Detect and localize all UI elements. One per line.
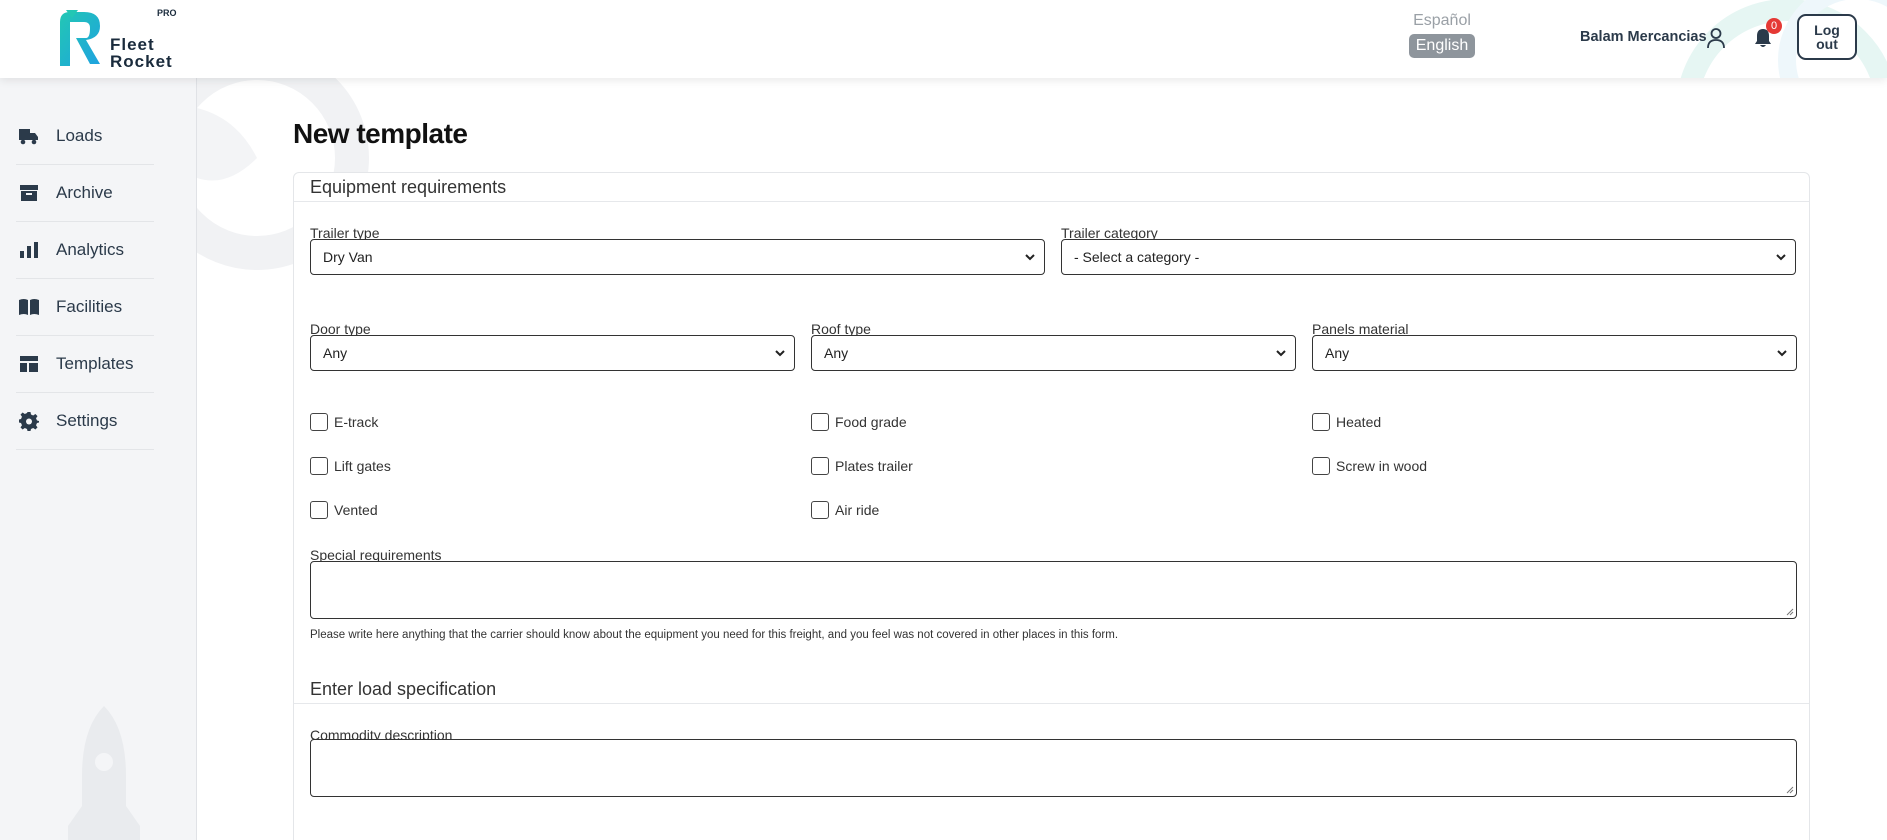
door-type-select[interactable]: Any	[310, 335, 795, 371]
checkbox-box[interactable]	[811, 413, 829, 431]
book-open-icon	[18, 296, 40, 318]
section-divider	[294, 703, 1809, 704]
checkbox-label: Screw in wood	[1336, 458, 1428, 474]
archive-box-icon	[18, 182, 40, 204]
sidebar-item-templates[interactable]: Templates	[16, 336, 154, 393]
trailer-category-select[interactable]: - Select a category -	[1061, 239, 1796, 275]
equipment-section-title: Equipment requirements	[310, 177, 507, 197]
commodity-description-textarea[interactable]	[310, 739, 1797, 797]
rocket-r-logo-icon	[60, 10, 100, 66]
sidebar-item-loads[interactable]: Loads	[16, 108, 154, 165]
fleet-rocket-logo[interactable]: PRO Fleet Rocket	[56, 8, 186, 70]
plates-trailer-checkbox[interactable]: Plates trailer	[811, 457, 913, 475]
screw-in-wood-checkbox[interactable]: Screw in wood	[1312, 457, 1427, 475]
sidebar-item-label: Archive	[56, 183, 113, 202]
language-switcher: Español English	[1408, 12, 1476, 58]
panels-material-value: Any	[1325, 345, 1350, 361]
roof-type-select[interactable]: Any	[811, 335, 1296, 371]
special-requirements-textarea[interactable]	[310, 561, 1797, 619]
top-header: PRO Fleet Rocket Español English Balam M…	[0, 0, 1887, 78]
section-divider	[294, 201, 1809, 202]
checkbox-label: Vented	[334, 502, 378, 518]
rocket-watermark-icon	[68, 706, 140, 840]
lang-english-active[interactable]: English	[1408, 34, 1476, 58]
sidebar-item-label: Loads	[56, 126, 103, 145]
checkbox-label: Lift gates	[334, 458, 391, 474]
chevron-down-icon	[1025, 254, 1035, 261]
sidebar-item-settings[interactable]: Settings	[16, 393, 154, 450]
sidebar-item-label: Facilities	[56, 297, 123, 316]
notification-count-badge: 0	[1766, 18, 1782, 34]
logo-wordmark: Fleet Rocket	[110, 36, 173, 70]
user-name[interactable]: Balam Mercancias	[1580, 29, 1707, 45]
checkbox-box[interactable]	[1312, 457, 1330, 475]
trailer-type-value: Dry Van	[323, 249, 373, 265]
chevron-down-icon	[1276, 350, 1286, 357]
checkbox-box[interactable]	[811, 501, 829, 519]
sidebar-item-facilities[interactable]: Facilities	[16, 279, 154, 336]
page-title: New template	[293, 118, 468, 149]
main-content: New template Equipment requirements Trai…	[197, 78, 1887, 840]
checkbox-label: E-track	[334, 414, 379, 430]
checkbox-label: Food grade	[835, 414, 907, 430]
checkbox-label: Air ride	[835, 502, 880, 518]
lift-gates-checkbox[interactable]: Lift gates	[310, 457, 391, 475]
sidebar-item-label: Analytics	[56, 240, 125, 259]
sidebar: Loads Archive Analytics Facilities Templ…	[0, 78, 197, 840]
trailer-category-value: - Select a category -	[1074, 249, 1200, 265]
trailer-type-select[interactable]: Dry Van	[310, 239, 1045, 275]
sidebar-item-label: Templates	[56, 354, 134, 373]
vented-checkbox[interactable]: Vented	[310, 501, 378, 519]
heated-checkbox[interactable]: Heated	[1312, 413, 1381, 431]
truck-icon	[18, 125, 40, 147]
template-form-card: Equipment requirements Trailer type Dry …	[293, 172, 1810, 840]
user-icon[interactable]	[1706, 27, 1726, 49]
door-type-value: Any	[323, 345, 348, 361]
checkbox-label: Heated	[1336, 414, 1382, 430]
resize-grip-icon[interactable]	[1784, 784, 1794, 794]
air-ride-checkbox[interactable]: Air ride	[811, 501, 879, 519]
logout-button[interactable]: Log out	[1797, 14, 1857, 60]
logo-word-rocket: Rocket	[110, 52, 173, 71]
checkbox-box[interactable]	[310, 457, 328, 475]
etrack-checkbox[interactable]: E-track	[310, 413, 378, 431]
roof-type-value: Any	[824, 345, 849, 361]
sidebar-item-analytics[interactable]: Analytics	[16, 222, 154, 279]
checkbox-box[interactable]	[310, 501, 328, 519]
special-requirements-help: Please write here anything that the carr…	[310, 629, 1119, 641]
logo-word-fleet: Fleet	[110, 35, 155, 54]
layout-template-icon	[18, 353, 40, 375]
resize-grip-icon[interactable]	[1784, 606, 1794, 616]
checkbox-box[interactable]	[811, 457, 829, 475]
logo-pro-badge: PRO	[157, 8, 177, 18]
checkbox-box[interactable]	[1312, 413, 1330, 431]
chevron-down-icon	[1776, 254, 1786, 261]
bar-chart-icon	[18, 239, 40, 261]
chevron-down-icon	[775, 350, 785, 357]
sidebar-item-label: Settings	[56, 411, 118, 430]
panels-material-select[interactable]: Any	[1312, 335, 1797, 371]
gear-icon	[18, 410, 40, 432]
checkbox-label: Plates trailer	[835, 458, 913, 474]
checkbox-box[interactable]	[310, 413, 328, 431]
food-grade-checkbox[interactable]: Food grade	[811, 413, 907, 431]
lang-espanol-link[interactable]: Español	[1408, 12, 1476, 30]
sidebar-item-archive[interactable]: Archive	[16, 165, 154, 222]
chevron-down-icon	[1777, 350, 1787, 357]
load-spec-section-title: Enter load specification	[310, 679, 497, 699]
